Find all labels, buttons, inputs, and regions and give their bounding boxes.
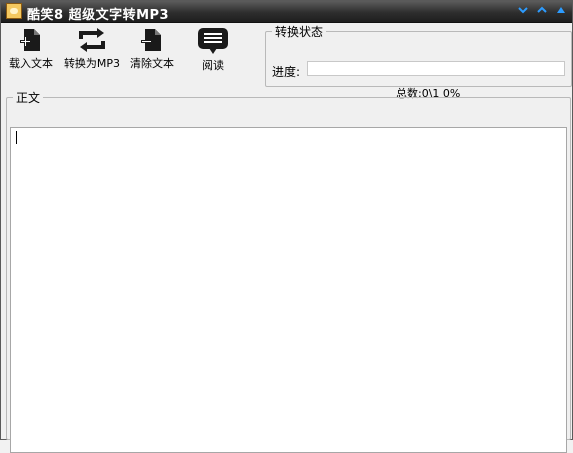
load-text-label: 载入文本 (9, 57, 53, 70)
clear-text-label: 清除文本 (130, 57, 174, 70)
document-remove-icon (141, 29, 161, 51)
conversion-status-title: 转换状态 (275, 25, 324, 39)
document-add-icon (20, 29, 40, 51)
read-button[interactable]: 阅读 (194, 27, 232, 77)
window-title: 酷笑8 超级文字转MP3 (27, 8, 170, 23)
progress-bar (307, 61, 565, 76)
chevron-up-icon[interactable] (535, 5, 549, 18)
convert-mp3-button[interactable]: 转换为MP3 (62, 27, 122, 77)
app-window: 酷笑8 超级文字转MP3 载入文本 转换为MP3 清除文本 阅读 转换状态 进度… (0, 0, 573, 453)
read-label: 阅读 (202, 59, 224, 72)
convert-mp3-label: 转换为MP3 (63, 57, 121, 70)
body-text-input[interactable] (10, 127, 567, 453)
text-caret (16, 131, 17, 144)
clear-text-button[interactable]: 清除文本 (126, 27, 178, 77)
convert-arrows-icon (79, 28, 105, 52)
body-text-title: 正文 (16, 91, 41, 105)
maximize-icon[interactable] (554, 5, 568, 18)
speech-bubble-icon (198, 28, 228, 54)
conversion-status-group: 转换状态 进度: 总数:0\1 0% (265, 23, 572, 100)
load-text-button[interactable]: 载入文本 (5, 27, 57, 77)
progress-label: 进度: (272, 65, 301, 79)
chevron-down-icon[interactable] (516, 5, 530, 18)
title-bar[interactable]: 酷笑8 超级文字转MP3 (1, 1, 572, 23)
app-logo-icon (6, 3, 22, 19)
body-text-group: 正文 (6, 89, 571, 453)
